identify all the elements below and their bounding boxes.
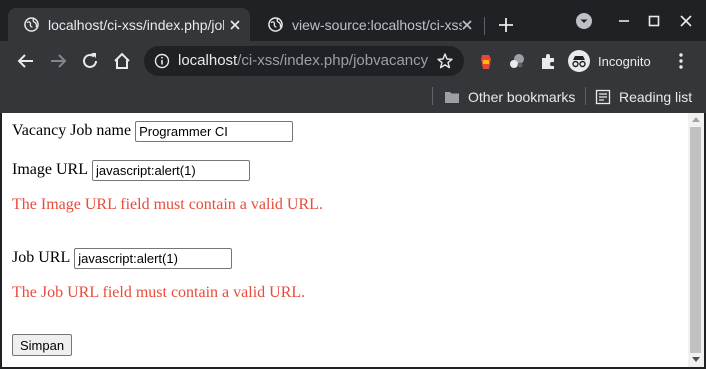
image-url-input[interactable] bbox=[91, 159, 250, 181]
image-url-row: Image URL bbox=[12, 159, 682, 181]
bookmark-star-icon[interactable] bbox=[436, 52, 454, 70]
new-tab-icon[interactable] bbox=[496, 15, 516, 35]
url-host: localhost bbox=[178, 52, 238, 69]
vertical-scrollbar[interactable] bbox=[688, 113, 704, 367]
close-icon[interactable] bbox=[460, 18, 474, 32]
job-url-input[interactable] bbox=[74, 247, 233, 269]
job-url-label: Job URL bbox=[12, 249, 71, 266]
address-bar[interactable]: localhost/ci-xss/index.php/jobvacancy bbox=[144, 46, 464, 76]
extensions-puzzle-icon[interactable] bbox=[537, 50, 559, 72]
window-close-icon[interactable] bbox=[675, 10, 697, 32]
reading-list-icon bbox=[595, 89, 611, 105]
globe-icon bbox=[268, 17, 283, 32]
close-icon[interactable] bbox=[228, 18, 242, 32]
simpan-button[interactable]: Simpan bbox=[12, 334, 73, 356]
vacancy-name-input[interactable] bbox=[135, 120, 294, 142]
profile-label: Incognito bbox=[598, 53, 651, 69]
image-url-error: The Image URL field must contain a valid… bbox=[12, 196, 323, 213]
folder-icon bbox=[445, 92, 459, 103]
scrollbar-thumb[interactable] bbox=[690, 127, 701, 353]
browser-toolbar: localhost/ci-xss/index.php/jobvacancy In… bbox=[0, 41, 706, 81]
submit-row: Simpan bbox=[12, 334, 682, 356]
bookmarks-bar: Other bookmarks Reading list bbox=[0, 81, 706, 113]
incognito-profile-button[interactable]: Incognito bbox=[568, 48, 660, 74]
globe-icon bbox=[24, 17, 39, 32]
extension-red-icon[interactable] bbox=[475, 50, 497, 72]
incognito-icon bbox=[568, 50, 590, 72]
url-path: /ci-xss/index.php/jobvacancy bbox=[237, 52, 428, 69]
other-bookmarks-button[interactable]: Other bookmarks bbox=[444, 85, 575, 109]
scroll-up-icon[interactable] bbox=[692, 117, 700, 122]
tab-search-icon[interactable] bbox=[573, 10, 595, 32]
tab-strip: localhost/ci-xss/index.php/jobvacancy vi… bbox=[0, 0, 706, 41]
page-viewport: Vacancy Job name Image URL The Image URL… bbox=[2, 113, 704, 367]
maximize-icon[interactable] bbox=[643, 10, 665, 32]
info-icon[interactable] bbox=[154, 53, 170, 69]
reading-list-label: Reading list bbox=[619, 89, 693, 105]
minimize-icon[interactable] bbox=[613, 10, 635, 32]
menu-kebab-icon[interactable] bbox=[670, 50, 692, 72]
job-url-row: Job URL bbox=[12, 247, 682, 269]
reading-list-button[interactable]: Reading list bbox=[595, 85, 692, 109]
scroll-down-icon[interactable] bbox=[692, 357, 700, 362]
back-icon[interactable] bbox=[15, 50, 37, 72]
tab-title: localhost/ci-xss/index.php/jobvacancy bbox=[48, 17, 224, 33]
home-icon[interactable] bbox=[111, 50, 133, 72]
job-url-error: The Job URL field must contain a valid U… bbox=[12, 284, 306, 301]
job-vacancy-form: Vacancy Job name Image URL The Image URL… bbox=[12, 120, 682, 356]
vacancy-row: Vacancy Job name bbox=[12, 120, 682, 142]
bookmarks-separator bbox=[432, 87, 433, 105]
tab-divider bbox=[484, 17, 485, 35]
bookmarks-separator bbox=[585, 87, 586, 105]
vacancy-label: Vacancy Job name bbox=[12, 122, 132, 139]
forward-icon[interactable] bbox=[47, 50, 69, 72]
tab-view-source[interactable]: view-source:localhost/ci-xss/index.php bbox=[252, 8, 484, 41]
url-text[interactable]: localhost/ci-xss/index.php/jobvacancy bbox=[178, 52, 428, 70]
extension-orb-icon[interactable] bbox=[506, 50, 528, 72]
image-url-label: Image URL bbox=[12, 161, 88, 178]
tab-title: view-source:localhost/ci-xss/index.php bbox=[292, 17, 462, 33]
tab-jobvacancy[interactable]: localhost/ci-xss/index.php/jobvacancy bbox=[8, 8, 250, 41]
reload-icon[interactable] bbox=[79, 50, 101, 72]
other-bookmarks-label: Other bookmarks bbox=[468, 89, 576, 105]
